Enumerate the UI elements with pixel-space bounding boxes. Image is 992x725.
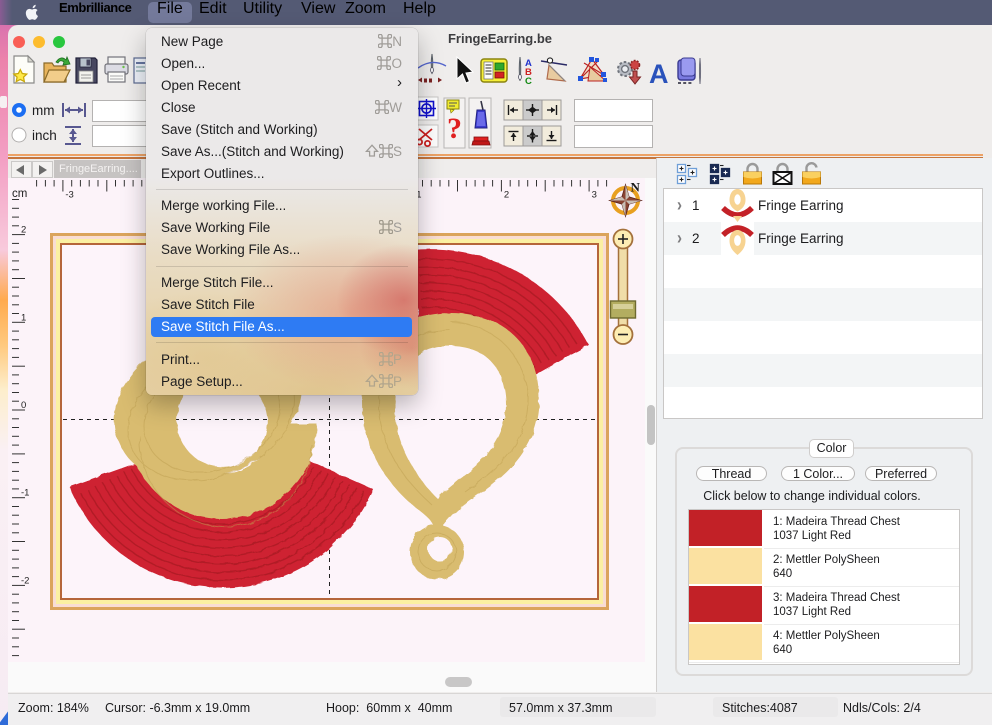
- svg-text:?: ?: [447, 112, 462, 145]
- svg-text:inch: inch: [32, 128, 57, 143]
- svg-text:C: C: [525, 76, 532, 87]
- svg-text:mm: mm: [32, 103, 55, 118]
- svg-text:A: A: [649, 59, 669, 89]
- svg-text:N: N: [631, 180, 641, 195]
